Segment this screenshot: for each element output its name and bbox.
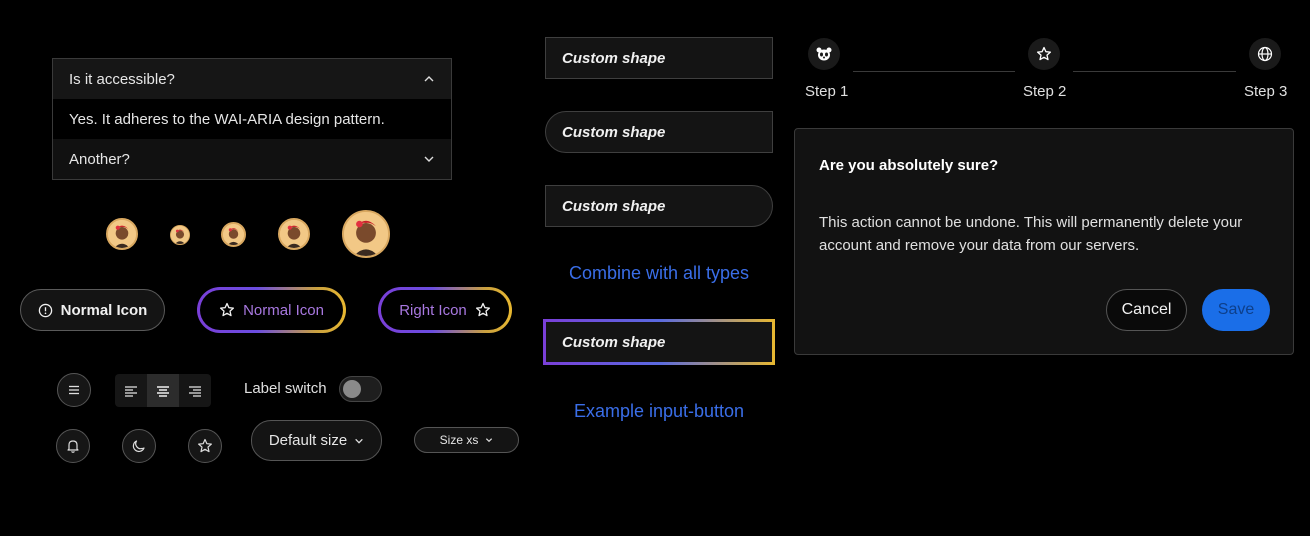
custom-shape-button[interactable]: Custom shape — [545, 185, 773, 227]
button-label: Custom shape — [562, 333, 666, 351]
label-switch[interactable] — [339, 376, 382, 402]
default-size-dropdown[interactable]: Default size — [251, 420, 382, 461]
align-left-toggle[interactable] — [115, 374, 147, 407]
avatar — [106, 218, 138, 250]
step-1-indicator[interactable] — [808, 38, 840, 70]
accordion-item-trigger[interactable]: Is it accessible? — [53, 59, 451, 99]
align-left-icon — [125, 385, 137, 397]
star-icon — [1036, 46, 1052, 61]
chevron-down-icon — [486, 438, 493, 443]
switch-label: Label switch — [244, 380, 327, 397]
step-connector — [1073, 71, 1236, 72]
avatar — [170, 225, 190, 245]
gradient-icon-button[interactable]: Normal Icon — [197, 287, 346, 333]
right-icon-button[interactable]: Right Icon — [378, 287, 512, 333]
globe-icon — [1257, 46, 1273, 62]
step-2-label: Step 2 — [1023, 83, 1067, 100]
avatar — [342, 210, 390, 258]
button-label: Normal Icon — [243, 301, 324, 319]
step-connector — [853, 71, 1015, 72]
button-label: Custom shape — [562, 197, 666, 215]
cancel-button[interactable]: Cancel — [1106, 289, 1187, 331]
align-right-toggle[interactable] — [179, 374, 211, 407]
button-label: Custom shape — [562, 123, 666, 141]
chevron-down-icon — [355, 438, 363, 444]
example-input-button-link[interactable]: Example input-button — [545, 401, 773, 422]
menu-button[interactable] — [57, 373, 91, 407]
favorite-button[interactable] — [188, 429, 222, 463]
bell-icon — [67, 440, 79, 453]
star-icon — [220, 302, 235, 317]
avatar — [278, 218, 310, 250]
accordion-item-trigger[interactable]: Another? — [53, 139, 451, 179]
button-label: Normal Icon — [60, 301, 148, 319]
step-2-indicator[interactable] — [1028, 38, 1060, 70]
save-button[interactable]: Save — [1202, 289, 1270, 331]
menu-icon — [69, 385, 79, 395]
button-label: Right Icon — [399, 301, 467, 319]
confirm-dialog: Are you absolutely sure? This action can… — [794, 128, 1294, 355]
normal-icon-button[interactable]: Normal Icon — [20, 289, 165, 331]
star-icon — [475, 302, 490, 317]
dialog-description: This action cannot be undone. This will … — [819, 214, 1243, 254]
dark-mode-button[interactable] — [122, 429, 156, 463]
align-center-icon — [157, 385, 169, 397]
accordion: Is it accessible? Yes. It adheres to the… — [52, 58, 452, 180]
gradient-shape-button[interactable]: Custom shape — [543, 319, 775, 365]
accordion-item-content: Yes. It adheres to the WAI-ARIA design p… — [53, 99, 451, 139]
star-icon — [198, 438, 212, 453]
notification-button[interactable] — [56, 429, 90, 463]
accordion-item-title: Another? — [69, 150, 130, 168]
step-1-label: Step 1 — [805, 83, 849, 100]
accordion-item-title: Is it accessible? — [69, 70, 175, 88]
align-center-toggle[interactable] — [147, 374, 179, 407]
switch-knob — [343, 380, 361, 398]
step-3-indicator[interactable] — [1249, 38, 1281, 70]
step-3-label: Step 3 — [1244, 83, 1288, 100]
dropdown-label: Size xs — [439, 433, 479, 447]
panda-icon — [816, 47, 832, 61]
chevron-up-icon — [424, 76, 434, 82]
chevron-down-icon — [424, 156, 434, 162]
dialog-title: Are you absolutely sure? — [819, 157, 999, 174]
text-align-toggle-group — [115, 374, 211, 407]
button-label: Custom shape — [562, 49, 666, 67]
alert-circle-icon — [38, 303, 52, 317]
align-right-icon — [189, 385, 201, 397]
moon-icon — [132, 440, 145, 453]
custom-shape-button[interactable]: Custom shape — [545, 37, 773, 79]
custom-shape-button[interactable]: Custom shape — [545, 111, 773, 153]
dropdown-label: Default size — [268, 432, 348, 449]
combine-link[interactable]: Combine with all types — [545, 263, 773, 284]
size-xs-dropdown[interactable]: Size xs — [414, 427, 519, 453]
avatar — [221, 222, 246, 247]
